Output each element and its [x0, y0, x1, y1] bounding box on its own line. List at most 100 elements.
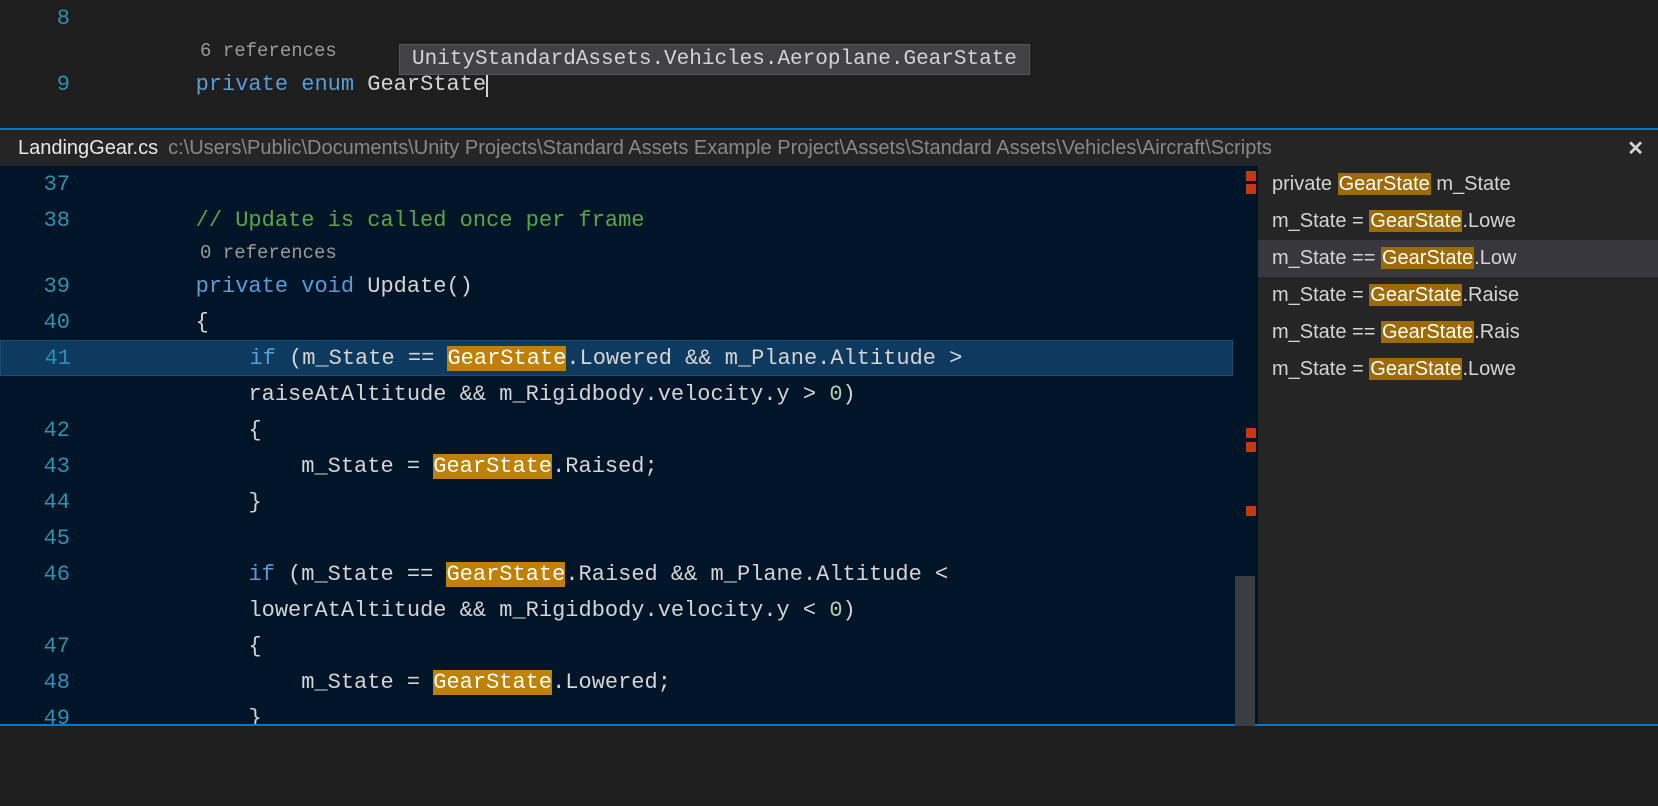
reference-item[interactable]: private GearState m_State	[1258, 166, 1658, 203]
scrollbar-thumb[interactable]	[1235, 576, 1255, 726]
ref-highlight: GearState	[1369, 284, 1462, 306]
line-number: 8	[0, 6, 90, 31]
line-number: 46	[0, 562, 90, 587]
code-text: lowerAtAltitude && m_Rigidbody.velocity.…	[248, 598, 829, 623]
code-line[interactable]: 45	[0, 520, 1233, 556]
hover-tooltip: UnityStandardAssets.Vehicles.Aeroplane.G…	[399, 44, 1030, 75]
reference-item-selected[interactable]: m_State == GearState.Low	[1258, 240, 1658, 277]
code-text: m_State =	[301, 670, 433, 695]
top-editor-pane: 8 6 references 9 private enum GearState …	[0, 0, 1658, 128]
keyword-private: private	[196, 72, 288, 97]
ref-text: .Low	[1474, 247, 1516, 269]
peek-header: LandingGear.cs c:\Users\Public\Documents…	[0, 130, 1658, 166]
line-content: m_State = GearState.Lowered;	[90, 670, 1233, 695]
brace: {	[196, 310, 209, 335]
peek-filepath: c:\Users\Public\Documents\Unity Projects…	[168, 137, 1272, 160]
line-number: 43	[0, 454, 90, 479]
code-line[interactable]: 44 }	[0, 484, 1233, 520]
peek-body: 37 38 // Update is called once per frame…	[0, 166, 1658, 724]
paren-close: )	[843, 598, 856, 623]
code-line[interactable]: 8	[0, 0, 1658, 36]
code-line[interactable]: lowerAtAltitude && m_Rigidbody.velocity.…	[0, 592, 1233, 628]
ref-text: m_State	[1431, 173, 1511, 195]
keyword-enum: enum	[301, 72, 354, 97]
parens: ()	[446, 274, 472, 299]
code-text: .Lowered && m_Plane.Altitude >	[566, 346, 975, 371]
line-content: lowerAtAltitude && m_Rigidbody.velocity.…	[90, 598, 1233, 623]
code-line[interactable]: raiseAtAltitude && m_Rigidbody.velocity.…	[0, 376, 1233, 412]
line-content: {	[90, 634, 1233, 659]
number-literal: 0	[829, 598, 842, 623]
scrollbar-marker	[1246, 506, 1256, 516]
line-content: }	[90, 706, 1233, 725]
code-line[interactable]: 42 {	[0, 412, 1233, 448]
ref-text: .Raise	[1462, 284, 1519, 306]
line-content: // Update is called once per frame	[90, 208, 1233, 233]
ref-highlight: GearState	[1369, 358, 1462, 380]
code-line[interactable]: 46 if (m_State == GearState.Raised && m_…	[0, 556, 1233, 592]
line-number: 42	[0, 418, 90, 443]
code-line-selected[interactable]: 41 if (m_State == GearState.Lowered && m…	[0, 340, 1233, 376]
keyword-private: private	[196, 274, 288, 299]
line-content: raiseAtAltitude && m_Rigidbody.velocity.…	[90, 382, 1233, 407]
line-content: }	[90, 490, 1233, 515]
line-number: 45	[0, 526, 90, 551]
line-number: 37	[0, 172, 90, 197]
peek-filename[interactable]: LandingGear.cs	[18, 137, 158, 160]
reference-list: private GearState m_State m_State = Gear…	[1258, 166, 1658, 724]
ref-text: m_State =	[1272, 210, 1369, 232]
paren-close: )	[843, 382, 856, 407]
ref-highlight: GearState	[1338, 173, 1431, 195]
code-text: m_State =	[301, 454, 433, 479]
code-line[interactable]: 38 // Update is called once per frame	[0, 202, 1233, 238]
line-number: 44	[0, 490, 90, 515]
code-line[interactable]: 49 }	[0, 700, 1233, 724]
close-icon[interactable]: ✕	[1627, 136, 1644, 161]
line-content: {	[90, 310, 1233, 335]
peek-scrollbar[interactable]	[1233, 166, 1258, 724]
ref-text: m_State ==	[1272, 247, 1381, 269]
highlighted-token: GearState	[447, 346, 566, 371]
line-content: if (m_State == GearState.Lowered && m_Pl…	[91, 346, 1232, 371]
ref-highlight: GearState	[1381, 247, 1474, 269]
scrollbar-marker	[1246, 428, 1256, 438]
highlighted-token: GearState	[433, 670, 552, 695]
code-line[interactable]: 37	[0, 166, 1233, 202]
ref-text: .Lowe	[1462, 358, 1515, 380]
code-line[interactable]: 48 m_State = GearState.Lowered;	[0, 664, 1233, 700]
code-line[interactable]: 43 m_State = GearState.Raised;	[0, 448, 1233, 484]
scrollbar-marker	[1246, 171, 1256, 181]
line-number: 48	[0, 670, 90, 695]
type-name: GearState	[367, 72, 486, 97]
reference-item[interactable]: m_State == GearState.Rais	[1258, 314, 1658, 351]
peek-code-area[interactable]: 37 38 // Update is called once per frame…	[0, 166, 1233, 724]
code-line[interactable]: 39 private void Update()	[0, 268, 1233, 304]
ref-text: m_State =	[1272, 358, 1369, 380]
ref-text: .Lowe	[1462, 210, 1515, 232]
method-name: Update	[367, 274, 446, 299]
brace: }	[248, 706, 261, 725]
line-number: 39	[0, 274, 90, 299]
keyword-if: if	[249, 346, 275, 371]
brace: {	[248, 418, 261, 443]
line-number: 9	[0, 72, 90, 97]
ref-text: .Rais	[1474, 321, 1520, 343]
ref-text: m_State ==	[1272, 321, 1381, 343]
line-number: 47	[0, 634, 90, 659]
ref-text: m_State =	[1272, 284, 1369, 306]
reference-item[interactable]: m_State = GearState.Raise	[1258, 277, 1658, 314]
line-number: 49	[0, 706, 90, 725]
code-text: (m_State ==	[276, 346, 448, 371]
code-text: .Raised && m_Plane.Altitude <	[565, 562, 961, 587]
ref-text: private	[1272, 173, 1338, 195]
scrollbar-marker	[1246, 442, 1256, 452]
line-content: private void Update()	[90, 274, 1233, 299]
line-number: 41	[1, 346, 91, 371]
line-number: 40	[0, 310, 90, 335]
codelens-references[interactable]: 0 references	[0, 238, 1233, 268]
reference-item[interactable]: m_State = GearState.Lowe	[1258, 351, 1658, 388]
reference-item[interactable]: m_State = GearState.Lowe	[1258, 203, 1658, 240]
code-line[interactable]: 40 {	[0, 304, 1233, 340]
bottom-editor-pane[interactable]	[0, 726, 1658, 806]
code-line[interactable]: 47 {	[0, 628, 1233, 664]
